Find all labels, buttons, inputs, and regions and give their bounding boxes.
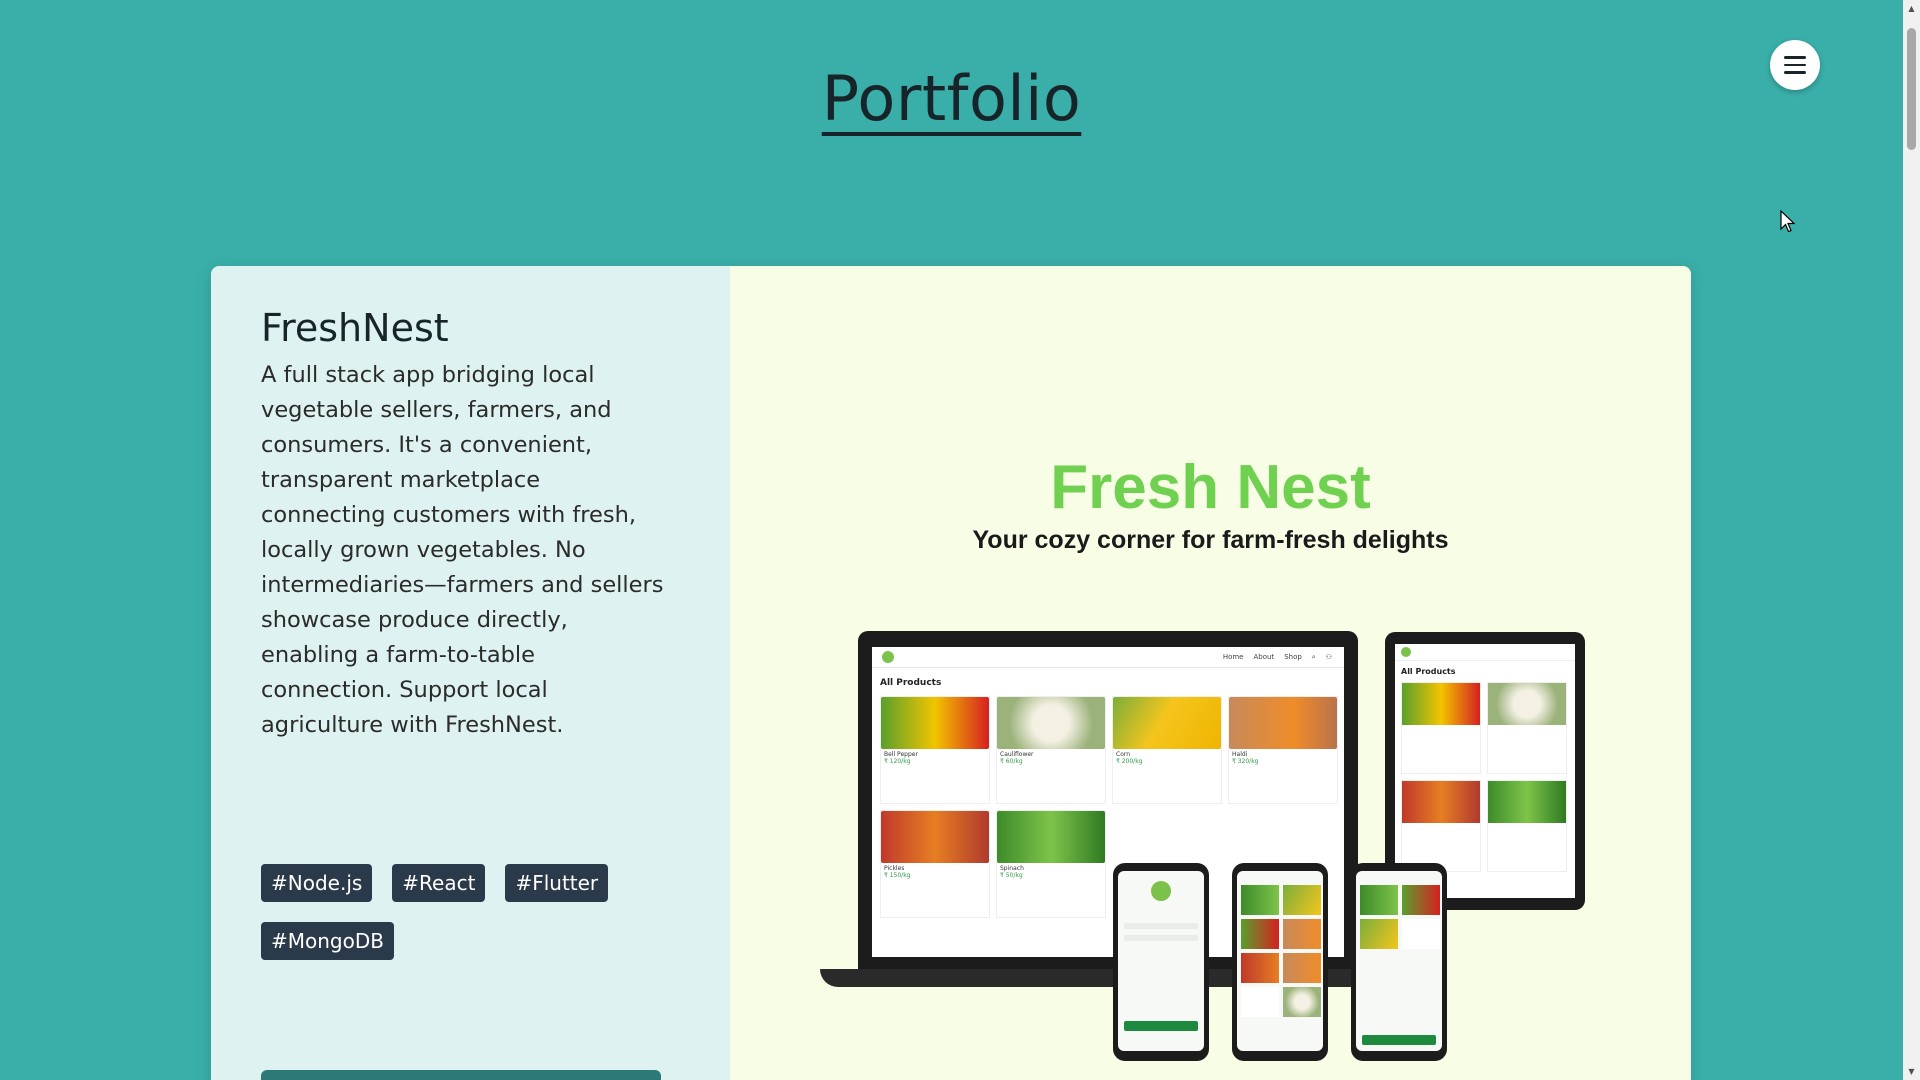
project-preview-panel: Fresh Nest Your cozy corner for farm-fre… [730, 266, 1691, 1080]
product-name: Haldi [1232, 751, 1248, 758]
hamburger-menu-icon [1784, 56, 1806, 74]
freshnest-logo-icon [1401, 647, 1411, 657]
vertical-scrollbar[interactable]: ▲ ▼ [1903, 0, 1920, 1080]
laptop-nav-home: Home [1222, 653, 1244, 661]
user-icon: ⚇ [1325, 653, 1332, 661]
product-card: Bell Pepper ₹ 120/kg [880, 696, 990, 804]
laptop-nav-shop: Shop [1284, 653, 1302, 661]
product-card: Spinach ₹ 50/kg [996, 810, 1106, 918]
product-name: Bell Pepper [884, 751, 918, 758]
product-name: Corn [1116, 751, 1131, 758]
product-name: Cauliflower [1000, 751, 1034, 758]
preview-tagline: Your cozy corner for farm-fresh delights [972, 526, 1449, 554]
product-price: ₹ 320/kg [1232, 758, 1259, 765]
product-card: Pickles ₹ 150/kg [880, 810, 990, 918]
laptop-nav: Home About Shop ⌕ ⚇ [872, 647, 1344, 668]
search-icon: ⌕ [1311, 652, 1316, 661]
tag-list: #Node.js #React #Flutter #MongoDB [261, 864, 681, 960]
product-price: ₹ 120/kg [884, 758, 911, 765]
project-description: A full stack app bridging local vegetabl… [261, 362, 664, 738]
corn-image [1113, 697, 1221, 749]
tag-react[interactable]: #React [392, 864, 486, 902]
phone-mockup-cart [1351, 863, 1447, 1061]
page-title: Portfolio [821, 62, 1082, 135]
laptop-nav-about: About [1253, 653, 1275, 661]
phone-mockup-login [1113, 863, 1209, 1061]
cauliflower-image [997, 697, 1105, 749]
product-name: Spinach [1000, 865, 1024, 872]
freshnest-logo-icon [882, 651, 894, 663]
menu-button[interactable] [1770, 40, 1820, 90]
product-card: Haldi ₹ 320/kg [1228, 696, 1338, 804]
project-info-panel: FreshNest A full stack app bridging loca… [211, 266, 730, 1080]
product-card: Cauliflower ₹ 60/kg [996, 696, 1106, 804]
product-price: ₹ 200/kg [1116, 758, 1143, 765]
product-card: Corn ₹ 200/kg [1112, 696, 1222, 804]
tag-nodejs[interactable]: #Node.js [261, 864, 373, 902]
preview-brand-title: Fresh Nest [1050, 453, 1371, 522]
product-price: ₹ 60/kg [1000, 758, 1023, 765]
pickles-image [881, 811, 989, 863]
project-title: FreshNest [261, 306, 449, 350]
view-project-button[interactable] [261, 1070, 661, 1080]
project-card: FreshNest A full stack app bridging loca… [211, 266, 1691, 1080]
scroll-down-arrow-icon[interactable]: ▼ [1903, 1063, 1920, 1080]
product-name: Pickles [884, 865, 905, 872]
laptop-heading: All Products [880, 678, 942, 688]
tablet-heading: All Products [1401, 667, 1456, 676]
product-price: ₹ 150/kg [884, 872, 911, 879]
product-price: ₹ 50/kg [1000, 872, 1023, 879]
haldi-image [1229, 697, 1337, 749]
scroll-up-arrow-icon[interactable]: ▲ [1903, 0, 1920, 17]
phone-mockup-products [1232, 863, 1328, 1061]
spinach-image [997, 811, 1105, 863]
mouse-cursor-icon [1780, 210, 1796, 233]
scrollbar-thumb[interactable] [1907, 28, 1916, 150]
tag-mongodb[interactable]: #MongoDB [261, 922, 394, 960]
tag-flutter[interactable]: #Flutter [505, 864, 609, 902]
bell-pepper-image [881, 697, 989, 749]
page: Portfolio FreshNest A full stack app bri… [0, 0, 1920, 1080]
